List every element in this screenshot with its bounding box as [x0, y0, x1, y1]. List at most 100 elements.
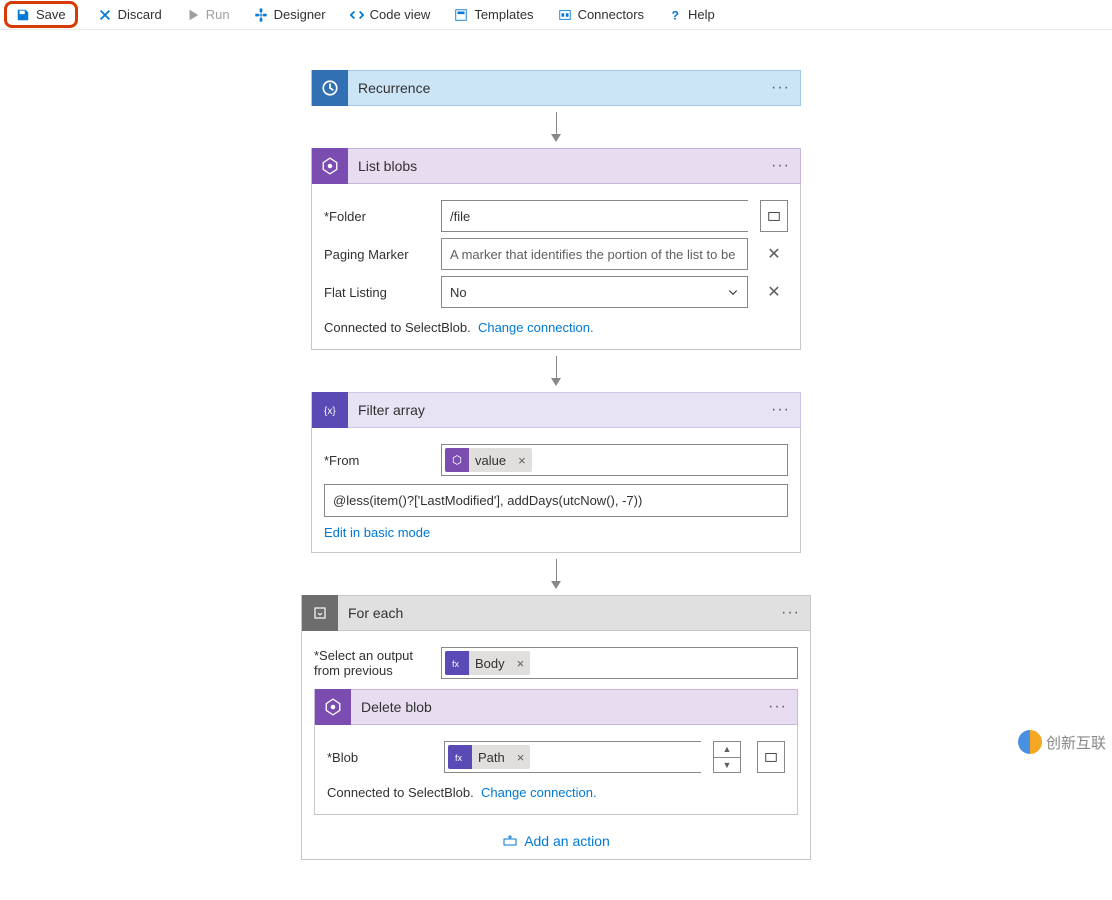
listblobs-body: *Folder /file Paging Marker A marker tha…: [311, 184, 801, 350]
connectors-label: Connectors: [578, 7, 644, 22]
add-action-button[interactable]: Add an action: [314, 833, 798, 849]
path-token[interactable]: fx Path ×: [448, 745, 530, 769]
foreach-menu[interactable]: ···: [771, 604, 810, 622]
designer-label: Designer: [274, 7, 326, 22]
deleteblob-menu[interactable]: ···: [758, 698, 797, 716]
recurrence-menu[interactable]: ···: [761, 79, 800, 97]
token-remove[interactable]: ×: [511, 656, 531, 671]
filter-body: *From value × @less(item()?['LastModifie…: [311, 428, 801, 553]
connected-text: Connected to SelectBlob.: [324, 320, 471, 335]
designer-canvas: Recurrence ··· List blobs ··· *Folder /f…: [0, 30, 1112, 900]
save-button[interactable]: Save: [12, 5, 70, 24]
flat-value: No: [450, 285, 467, 300]
connectors-icon: [558, 8, 572, 22]
filter-title: Filter array: [348, 402, 761, 418]
svg-text:fx: fx: [452, 659, 460, 669]
blob-stepper[interactable]: ▲ ▼: [713, 741, 741, 773]
folder-picker-icon: [767, 209, 781, 223]
change-connection-link[interactable]: Change connection.: [478, 320, 594, 335]
svg-text:?: ?: [672, 8, 679, 22]
body-token[interactable]: fx Body ×: [445, 651, 530, 675]
blob-picker-button[interactable]: [757, 741, 785, 773]
deleteblob-header[interactable]: Delete blob ···: [314, 689, 798, 725]
watermark-logo: [1018, 730, 1042, 754]
stepper-down[interactable]: ▼: [714, 758, 740, 773]
discard-button[interactable]: Discard: [94, 5, 166, 24]
blob-label: *Blob: [327, 750, 432, 765]
foreach-title: For each: [338, 605, 771, 621]
help-label: Help: [688, 7, 715, 22]
step-listblobs: List blobs ··· *Folder /file Paging Mark…: [311, 148, 801, 350]
token-remove[interactable]: ×: [512, 453, 532, 468]
listblobs-menu[interactable]: ···: [761, 157, 800, 175]
filter-menu[interactable]: ···: [761, 401, 800, 419]
codeview-label: Code view: [370, 7, 431, 22]
edit-basic-mode-link[interactable]: Edit in basic mode: [324, 525, 788, 540]
foreach-header[interactable]: For each ···: [301, 595, 811, 631]
save-label: Save: [36, 7, 66, 22]
token-fx-icon: fx: [448, 745, 472, 769]
blob-icon: [312, 148, 348, 184]
token-label: Path: [472, 750, 511, 765]
svg-text:fx: fx: [455, 753, 463, 763]
templates-label: Templates: [474, 7, 533, 22]
arrow: [551, 112, 561, 142]
help-button[interactable]: ? Help: [664, 5, 719, 24]
token-blob-icon: [445, 448, 469, 472]
chevron-down-icon: [727, 286, 739, 298]
templates-button[interactable]: Templates: [450, 5, 537, 24]
run-button[interactable]: Run: [182, 5, 234, 24]
deleteblob-body: *Blob fx Path × ▲ ▼: [314, 725, 798, 815]
folder-input[interactable]: /file: [441, 200, 748, 232]
stepper-up[interactable]: ▲: [714, 742, 740, 758]
expression-input[interactable]: @less(item()?['LastModified'], addDays(u…: [324, 484, 788, 517]
recurrence-header[interactable]: Recurrence ···: [311, 70, 801, 106]
templates-icon: [454, 8, 468, 22]
step-filter: {x} Filter array ··· *From value × @less…: [311, 392, 801, 553]
blob-input[interactable]: fx Path ×: [444, 741, 701, 773]
listblobs-connection: Connected to SelectBlob. Change connecti…: [324, 320, 788, 335]
select-output-input[interactable]: fx Body ×: [441, 647, 798, 679]
code-icon: [350, 8, 364, 22]
play-icon: [186, 8, 200, 22]
value-token[interactable]: value ×: [445, 448, 532, 472]
connected-text: Connected to SelectBlob.: [327, 785, 474, 800]
flat-clear[interactable]: ✕: [760, 282, 788, 302]
loop-icon: [302, 595, 338, 631]
toolbar: Save Discard Run Designer Code view Temp…: [0, 0, 1112, 30]
designer-icon: [254, 8, 268, 22]
step-deleteblob: Delete blob ··· *Blob fx Path ×: [314, 689, 798, 815]
listblobs-header[interactable]: List blobs ···: [311, 148, 801, 184]
folder-picker-button[interactable]: [760, 200, 788, 232]
folder-picker-icon: [764, 750, 778, 764]
step-recurrence[interactable]: Recurrence ···: [311, 70, 801, 106]
token-remove[interactable]: ×: [511, 750, 531, 765]
from-input[interactable]: value ×: [441, 444, 788, 476]
paging-clear[interactable]: ✕: [760, 244, 788, 264]
connectors-button[interactable]: Connectors: [554, 5, 648, 24]
flat-select[interactable]: No: [441, 276, 748, 308]
folder-label: *Folder: [324, 209, 429, 224]
select-output-label: *Select an output from previous: [314, 648, 429, 678]
foreach-body: *Select an output from previous fx Body …: [301, 631, 811, 860]
token-label: Body: [469, 656, 511, 671]
codeview-button[interactable]: Code view: [346, 5, 435, 24]
token-label: value: [469, 453, 512, 468]
change-connection-link[interactable]: Change connection.: [481, 785, 597, 800]
run-label: Run: [206, 7, 230, 22]
designer-button[interactable]: Designer: [250, 5, 330, 24]
filter-icon: {x}: [312, 392, 348, 428]
discard-label: Discard: [118, 7, 162, 22]
deleteblob-connection: Connected to SelectBlob. Change connecti…: [327, 785, 785, 800]
token-fx-icon: fx: [445, 651, 469, 675]
step-foreach: For each ··· *Select an output from prev…: [301, 595, 811, 860]
close-icon: [98, 8, 112, 22]
paging-input[interactable]: A marker that identifies the portion of …: [441, 238, 748, 270]
flat-label: Flat Listing: [324, 285, 429, 300]
watermark-text: 创新互联: [1046, 732, 1106, 753]
recurrence-title: Recurrence: [348, 80, 761, 96]
listblobs-title: List blobs: [348, 158, 761, 174]
clock-icon: [312, 70, 348, 106]
filter-header[interactable]: {x} Filter array ···: [311, 392, 801, 428]
add-action-label: Add an action: [524, 833, 610, 849]
